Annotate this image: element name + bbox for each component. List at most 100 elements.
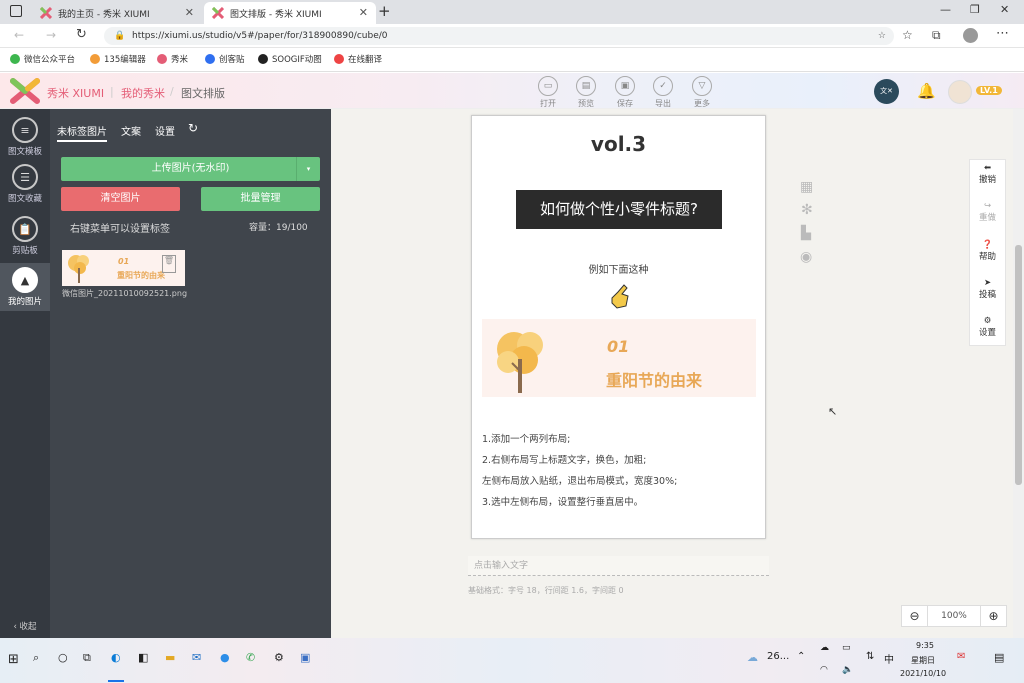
notification-icon[interactable]: ▤ [994, 651, 1004, 664]
bookmark-wechat[interactable]: 微信公众平台 [10, 53, 75, 65]
vol-title[interactable]: vol.3 [472, 132, 765, 156]
feature-badge-icon[interactable]: 文✕ [874, 79, 899, 104]
flower-icon[interactable]: ✻ [801, 202, 813, 218]
tab-layout[interactable]: 图文排版 - 秀米 XIUMI ✕ [204, 2, 376, 24]
mail-icon[interactable]: ✉ [192, 651, 201, 664]
url-input[interactable]: 🔒 https://xiumi.us/studio/v5#/paper/for/… [104, 27, 894, 45]
close-tab-icon[interactable]: ✕ [359, 6, 368, 19]
collapse-button[interactable]: ‹ 收起 [0, 620, 50, 632]
text-input[interactable]: 点击输入文字 [468, 556, 769, 576]
bar-chart-icon[interactable]: ▙ [801, 226, 811, 241]
tab-untagged[interactable]: 未标签图片 [57, 123, 107, 142]
banner-title[interactable]: 如何做个性小零件标题? [516, 190, 722, 229]
browser-icon[interactable]: ● [220, 651, 230, 664]
settings-button[interactable]: ⚙ 设置 [970, 316, 1005, 338]
ime-indicator[interactable]: 中 [884, 651, 894, 666]
cloud-icon: ☁ [820, 643, 829, 653]
right-toolbar: ⬅ 撤销 ↪ 重做 ❓ 帮助 ➤ 投稿 ⚙ 设置 [969, 159, 1006, 346]
favorite-add-icon[interactable]: ☆ [878, 27, 886, 45]
refresh-icon[interactable]: ↻ [76, 27, 87, 42]
bookmark-translate[interactable]: 在线翻译 [334, 53, 382, 65]
trash-icon[interactable]: 🗑 [162, 255, 176, 273]
user-avatar[interactable] [948, 80, 972, 104]
export-button[interactable]: ✓ 导出 [646, 76, 680, 109]
settings-icon[interactable]: ⚙ [274, 651, 284, 664]
zoom-out-icon[interactable]: ⊖ [902, 606, 928, 626]
minimize-button[interactable]: — [940, 3, 951, 16]
back-icon[interactable]: ← [14, 28, 24, 42]
gmail-icon[interactable]: ✉ [957, 651, 965, 662]
bookmark-chuangketie[interactable]: 创客贴 [205, 53, 245, 65]
bookmark-135[interactable]: 135编辑器 [90, 53, 146, 65]
thumb-title: 重阳节的由来 [117, 271, 165, 280]
help-button[interactable]: ❓ 帮助 [970, 240, 1005, 262]
title-card[interactable]: 01 重阳节的由来 [482, 319, 756, 397]
nav-current: 图文排版 [181, 87, 225, 100]
scrollbar-thumb[interactable] [1015, 245, 1022, 485]
bookmark-xiumi[interactable]: 秀米 [157, 53, 188, 65]
volume-icon[interactable]: 🔈 [842, 665, 853, 675]
clear-images-button[interactable]: 清空图片 [61, 187, 180, 211]
page-scrollbar[interactable] [1013, 109, 1024, 638]
image-thumbnail[interactable]: 01 重阳节的由来 🗑 [62, 250, 185, 286]
divider: / [170, 85, 174, 98]
collections-icon[interactable]: ⧉ [932, 28, 941, 43]
more-button[interactable]: ▽ 更多 [685, 76, 719, 109]
close-window-button[interactable]: ✕ [1000, 3, 1009, 16]
redo-button[interactable]: ↪ 重做 [970, 201, 1005, 223]
tree-illustration [497, 332, 543, 393]
windows-start-icon[interactable]: ⊞ [8, 652, 19, 667]
new-tab-button[interactable]: + [378, 2, 391, 20]
forward-icon[interactable]: → [46, 28, 56, 42]
sidebar-item-favorites[interactable]: ☰ 图文收藏 [0, 164, 50, 204]
windows-taskbar: ⊞ ⌕ ○ ⧉ ◐ ◧ ▬ ✉ ● ✆ ⚙ ▣ ☁ 26... ⌃ ☁ ▭ ◠ … [0, 638, 1024, 683]
subtitle-text[interactable]: 例如下面这种 [472, 261, 765, 276]
open-button[interactable]: ▭ 打开 [531, 76, 565, 109]
weather-text[interactable]: 26... [767, 651, 789, 662]
app-icon[interactable]: ▣ [300, 651, 310, 664]
network-icon[interactable]: ⇅ [866, 651, 874, 662]
upload-image-button[interactable]: 上传图片(无水印) ▾ [61, 157, 320, 181]
batch-manage-button[interactable]: 批量管理 [201, 187, 320, 211]
steps-text[interactable]: 1.添加一个两列布局; 2.右侧布局写上标题文字，换色，加粗; 左侧布局放入贴纸… [482, 429, 677, 513]
nav-my-xiumi[interactable]: 我的秀米 [121, 85, 165, 101]
close-tab-icon[interactable]: ✕ [185, 6, 194, 19]
sidebar-item-template[interactable]: ≡ 图文模板 [0, 117, 50, 157]
sidebar-item-clipboard[interactable]: 📋 剪贴板 [0, 216, 50, 256]
app-icon[interactable]: ◧ [138, 651, 148, 664]
eye-icon[interactable]: ◉ [800, 249, 812, 265]
caret-down-icon[interactable]: ▾ [296, 157, 320, 181]
tab-actions-icon[interactable] [10, 5, 22, 17]
task-view-icon[interactable]: ⧉ [83, 651, 91, 665]
undo-button[interactable]: ⬅ 撤销 [970, 163, 1005, 185]
sidebar-item-my-images[interactable]: ▲ 我的图片 [0, 263, 50, 311]
refresh-icon[interactable]: ↻ [188, 121, 198, 135]
preview-button[interactable]: ▤ 预览 [569, 76, 603, 109]
edge-icon[interactable]: ◐ [111, 651, 121, 664]
grid-icon[interactable]: ▦ [800, 179, 813, 195]
file-explorer-icon[interactable]: ▬ [165, 651, 175, 664]
zoom-in-icon[interactable]: ⊕ [980, 606, 1006, 626]
chevron-up-icon[interactable]: ⌃ [797, 651, 805, 662]
cortana-icon[interactable]: ○ [58, 651, 68, 664]
favorites-icon[interactable]: ☆ [902, 28, 913, 42]
bookmarks-bar: 微信公众平台 135编辑器 秀米 创客贴 SOOGIF动图 在线翻译 [0, 48, 1024, 72]
save-button[interactable]: ▣ 保存 [608, 76, 642, 109]
search-icon[interactable]: ⌕ [33, 651, 39, 665]
tab-copy[interactable]: 文案 [121, 123, 141, 138]
tab-settings[interactable]: 设置 [155, 123, 175, 138]
more-menu-icon[interactable]: ⋯ [996, 26, 1009, 41]
xiumi-logo-icon[interactable] [10, 78, 40, 104]
maximize-button[interactable]: ❐ [970, 3, 980, 16]
submit-button[interactable]: ➤ 投稿 [970, 278, 1005, 300]
profile-avatar[interactable] [963, 28, 978, 43]
tab-label: 我的主页 - 秀米 XIUMI [58, 9, 150, 20]
bell-icon[interactable]: 🔔 [917, 82, 936, 100]
bookmark-soogif[interactable]: SOOGIF动图 [258, 53, 322, 65]
tab-my-home[interactable]: 我的主页 - 秀米 XIUMI ✕ [32, 2, 202, 24]
wechat-icon[interactable]: ✆ [246, 651, 255, 664]
logo-text[interactable]: 秀米 XIUMI [47, 85, 104, 101]
article-paper[interactable]: vol.3 如何做个性小零件标题? 例如下面这种 01 重阳节的由来 1.添加一… [471, 115, 766, 539]
list-icon: ≡ [12, 117, 38, 143]
wifi-icon[interactable]: ◠ [820, 665, 828, 675]
